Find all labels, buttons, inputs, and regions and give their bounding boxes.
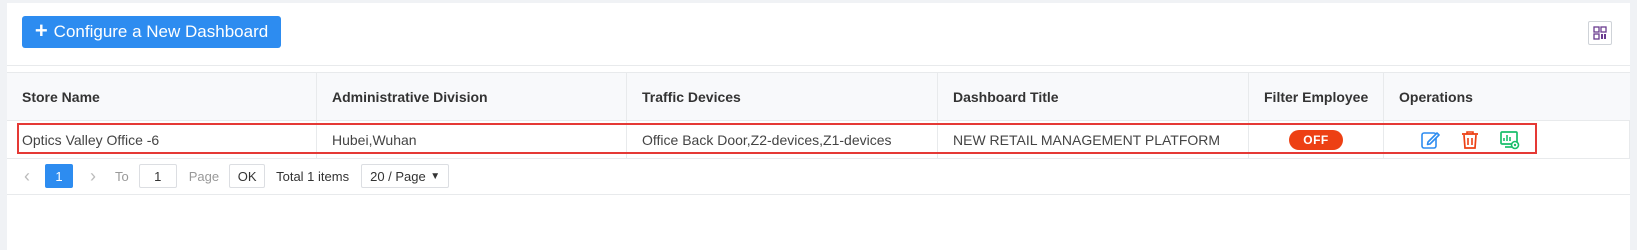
total-items-text: Total 1 items — [276, 168, 350, 184]
cell-operations — [1384, 121, 1630, 158]
monitor-settings-icon — [1500, 130, 1520, 149]
column-header-filter-employee[interactable]: Filter Employee — [1249, 73, 1384, 120]
cell-store-name: Optics Valley Office -6 — [7, 121, 317, 158]
plus-icon: + — [34, 18, 48, 43]
pagination: ‹ 1 › To 1 Page OK Total 1 items 20 / Pa… — [7, 158, 1630, 195]
page-number-current[interactable]: 1 — [45, 164, 73, 188]
goto-ok-button[interactable]: OK — [229, 164, 266, 188]
monitor-settings-button[interactable] — [1500, 130, 1520, 150]
edit-icon — [1421, 131, 1440, 149]
content-blank-area — [7, 195, 1630, 250]
goto-page-label: Page — [188, 168, 220, 184]
configure-dashboard-label: Configure a New Dashboard — [53, 22, 269, 41]
page-size-select[interactable]: 20 / Page ▼ — [361, 164, 450, 188]
cell-division: Hubei,Wuhan — [317, 121, 627, 158]
column-header-dashboard-title[interactable]: Dashboard Title — [938, 73, 1249, 120]
caret-down-icon: ▼ — [430, 170, 441, 182]
goto-to-label: To — [115, 168, 129, 184]
prev-page-icon[interactable]: ‹ — [17, 166, 37, 187]
goto-page-input[interactable]: 1 — [138, 164, 177, 188]
page-gutter-right — [1630, 0, 1637, 250]
table-header: Store Name Administrative Division Traff… — [7, 72, 1630, 121]
column-header-traffic-devices[interactable]: Traffic Devices — [627, 73, 938, 120]
edit-button[interactable] — [1420, 130, 1440, 150]
page-size-value: 20 / Page — [370, 168, 426, 184]
grid-layout-icon — [1593, 26, 1607, 40]
cell-filter-employee: OFF — [1249, 121, 1384, 158]
toolbar: + Configure a New Dashboard — [7, 3, 1630, 66]
dashboard-table: Store Name Administrative Division Traff… — [7, 72, 1630, 159]
delete-button[interactable] — [1460, 130, 1480, 150]
next-page-icon[interactable]: › — [83, 166, 103, 187]
grid-layout-button[interactable] — [1588, 21, 1612, 45]
filter-employee-toggle[interactable]: OFF — [1289, 129, 1343, 150]
delete-icon — [1462, 130, 1478, 149]
cell-dashboard-title: NEW RETAIL MANAGEMENT PLATFORM — [938, 121, 1249, 158]
configure-dashboard-button[interactable]: + Configure a New Dashboard — [22, 16, 281, 48]
cell-traffic-devices: Office Back Door,Z2-devices,Z1-devices — [627, 121, 938, 158]
column-header-store-name[interactable]: Store Name — [7, 73, 317, 120]
column-header-operations: Operations — [1399, 88, 1473, 105]
table-row[interactable]: Optics Valley Office -6 Hubei,Wuhan Offi… — [7, 121, 1630, 159]
page-gutter-left — [0, 0, 7, 250]
column-header-division[interactable]: Administrative Division — [317, 73, 627, 120]
